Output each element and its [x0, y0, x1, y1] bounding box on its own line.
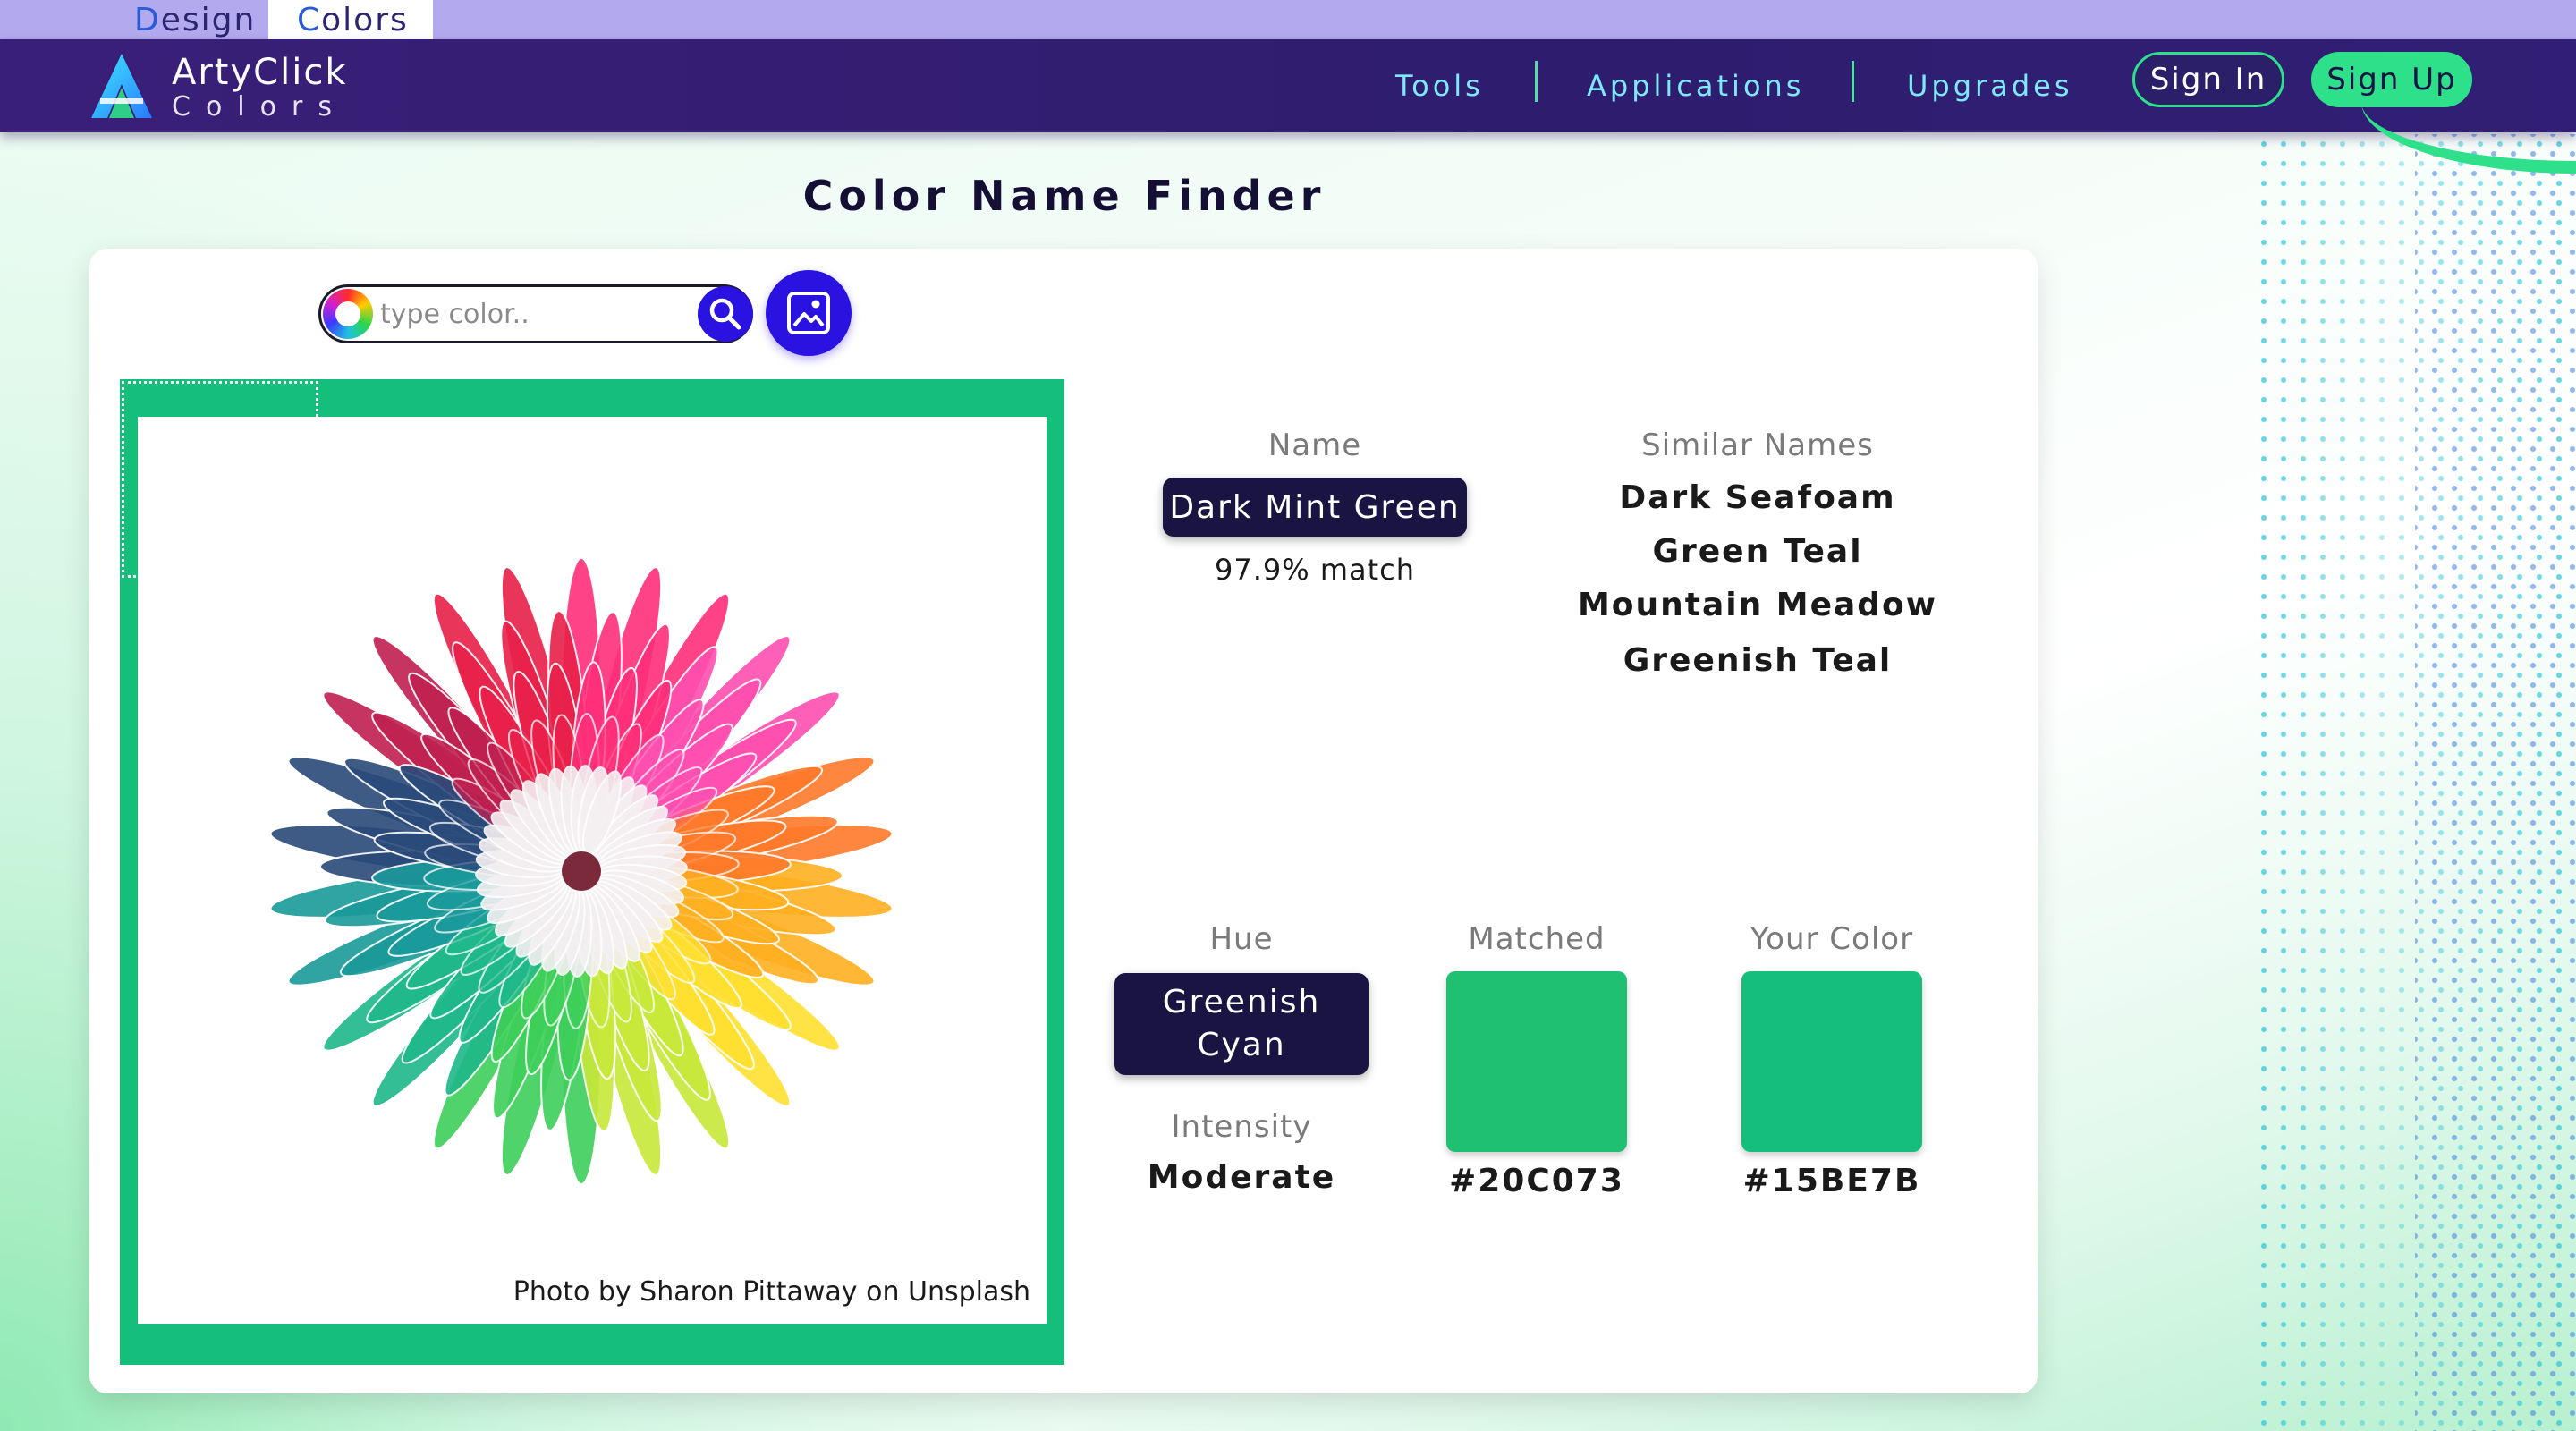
color-search-box	[318, 284, 753, 343]
decorative-dot-pattern-2	[2415, 134, 2576, 1431]
nav-divider	[1535, 61, 1538, 102]
site-switcher-bar: Design Colors	[0, 0, 2576, 39]
your-color-swatch[interactable]	[1741, 971, 1922, 1152]
brand-line-1: ArtyClick	[172, 52, 348, 93]
design-tab-initial: D	[134, 1, 161, 38]
brand-line-2: Colors	[172, 91, 347, 123]
similar-name-item[interactable]: Dark Seafoam	[1565, 479, 1950, 516]
similar-name-item[interactable]: Mountain Meadow	[1565, 587, 1950, 623]
tab-design[interactable]: Design	[106, 0, 277, 39]
similar-name-item[interactable]: Greenish Teal	[1565, 642, 1950, 679]
intensity-value: Moderate	[1147, 1159, 1336, 1196]
hue-value: Greenish Cyan	[1162, 984, 1321, 1063]
nav-upgrades[interactable]: Upgrades	[1907, 66, 2072, 106]
color-picker-selection[interactable]	[122, 381, 318, 578]
match-percentage: 97.9% match	[1214, 553, 1416, 587]
nav-applications[interactable]: Applications	[1587, 66, 1804, 106]
intensity-label: Intensity	[1171, 1109, 1312, 1145]
tab-colors[interactable]: Colors	[268, 0, 433, 39]
magnifier-icon	[709, 298, 741, 330]
hue-label: Hue	[1209, 921, 1274, 957]
nav-divider	[1852, 61, 1854, 102]
similar-names-label: Similar Names	[1641, 428, 1874, 463]
sign-up-button[interactable]: Sign Up	[2311, 52, 2472, 107]
name-label: Name	[1267, 428, 1362, 463]
matched-color-swatch[interactable]	[1446, 971, 1627, 1152]
color-wheel-icon[interactable]	[323, 289, 373, 339]
flower-image	[269, 557, 894, 1185]
your-color-label: Your Color	[1750, 921, 1914, 957]
colors-tab-initial: C	[297, 1, 322, 38]
image-upload-button[interactable]	[766, 270, 852, 356]
image-upload-icon	[787, 292, 830, 334]
design-tab-label: esign	[160, 1, 257, 38]
hue-badge: Greenish Cyan	[1114, 973, 1368, 1075]
brand-name[interactable]: ArtyClick Colors	[172, 52, 347, 122]
page-title: Color Name Finder	[802, 172, 1326, 220]
matched-hex[interactable]: #20C073	[1420, 1163, 1653, 1199]
matched-label: Matched	[1468, 921, 1606, 957]
nav-tools[interactable]: Tools	[1395, 66, 1484, 106]
photo-credit[interactable]: Photo by Sharon Pittaway on Unsplash	[513, 1276, 1030, 1308]
main-header: ArtyClick Colors Tools Applications Upgr…	[0, 39, 2576, 174]
search-button[interactable]	[698, 286, 753, 342]
your-color-hex[interactable]: #15BE7B	[1716, 1163, 1948, 1199]
colors-tab-label: olors	[321, 1, 409, 38]
artyclick-logo-icon[interactable]	[89, 52, 154, 120]
similar-name-item[interactable]: Green Teal	[1565, 533, 1950, 570]
sign-in-button[interactable]: Sign In	[2132, 52, 2284, 107]
color-search-input[interactable]	[380, 294, 675, 334]
color-name-badge[interactable]: Dark Mint Green	[1163, 478, 1467, 537]
